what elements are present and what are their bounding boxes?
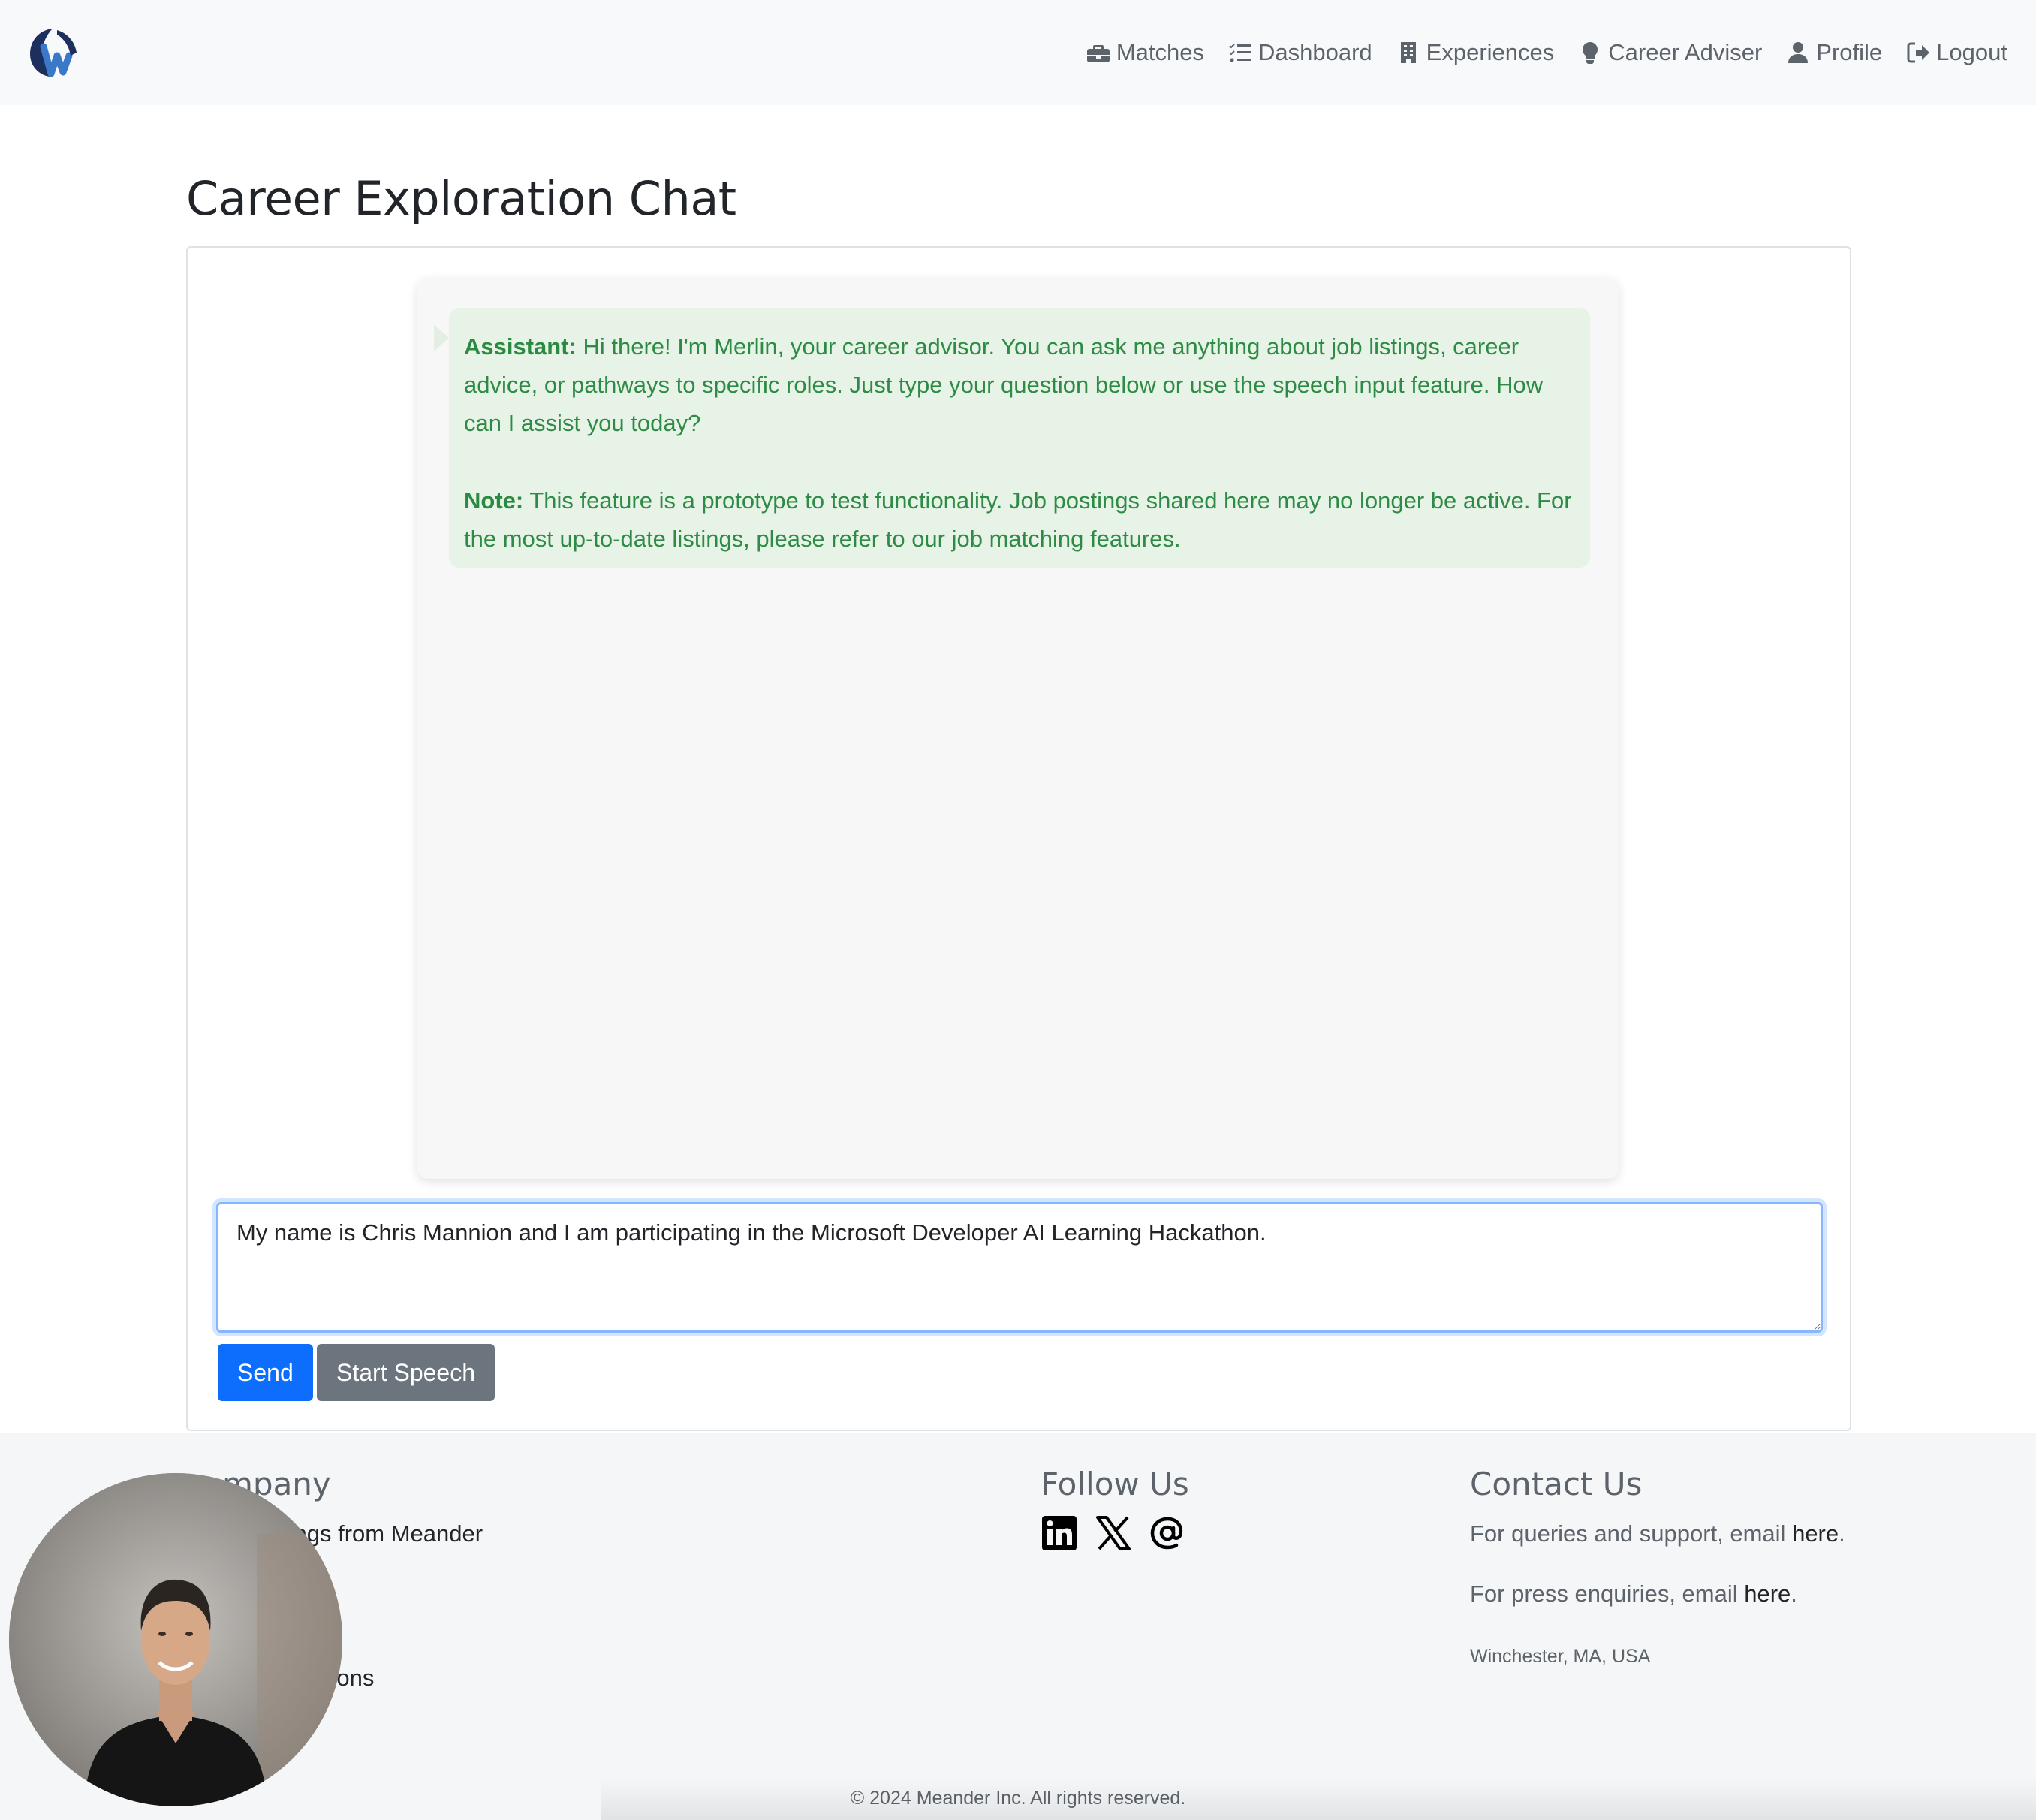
nav-matches[interactable]: Matches: [1086, 39, 1204, 66]
nav-career-adviser-label: Career Adviser: [1608, 39, 1763, 65]
x-icon[interactable]: [1095, 1514, 1132, 1552]
nav-career-adviser[interactable]: Career Adviser: [1578, 39, 1762, 66]
contact-support: For queries and support, email here.: [1470, 1520, 1845, 1547]
nav-profile[interactable]: Profile: [1786, 39, 1882, 66]
copyright: © 2024 Meander Inc. All rights reserved.: [850, 1788, 1186, 1809]
email-at-icon[interactable]: [1149, 1514, 1186, 1552]
contact-press: For press enquiries, email here.: [1470, 1580, 1797, 1608]
nav-experiences[interactable]: Experiences: [1396, 39, 1555, 66]
note-text: This feature is a prototype to test func…: [464, 487, 1572, 552]
nav-logout-label: Logout: [1936, 39, 2007, 65]
note-label: Note:: [464, 487, 524, 514]
assistant-message: Assistant: Hi there! I'm Merlin, your ca…: [449, 308, 1590, 568]
contact-press-suffix: .: [1791, 1580, 1797, 1607]
address: Winchester, MA, USA: [1470, 1646, 1651, 1667]
footer-follow-heading: Follow Us: [1041, 1466, 1189, 1502]
linkedin-icon[interactable]: [1041, 1514, 1078, 1552]
assistant-message-body: Assistant: Hi there! I'm Merlin, your ca…: [464, 327, 1575, 442]
start-speech-button[interactable]: Start Speech: [317, 1344, 495, 1401]
assistant-message-text: Hi there! I'm Merlin, your career adviso…: [464, 333, 1544, 436]
user-icon: [1788, 42, 1809, 63]
footer-contact-heading: Contact Us: [1470, 1466, 1643, 1502]
support-email-link[interactable]: here: [1792, 1520, 1839, 1547]
person-silhouette: [9, 1473, 342, 1806]
list-check-icon: [1229, 44, 1252, 62]
nav-logout[interactable]: Logout: [1906, 39, 2007, 66]
social-links: [1041, 1514, 1186, 1552]
logout-icon: [1907, 42, 1930, 63]
page-title: Career Exploration Chat: [186, 171, 736, 226]
contact-support-suffix: .: [1839, 1520, 1845, 1547]
contact-support-text: For queries and support, email: [1470, 1520, 1793, 1547]
meander-logo[interactable]: [27, 26, 81, 80]
nav-experiences-label: Experiences: [1426, 39, 1555, 65]
nav-profile-label: Profile: [1816, 39, 1883, 65]
press-email-link[interactable]: here: [1744, 1580, 1791, 1607]
footer-company-link[interactable]: tings from Meander: [282, 1520, 483, 1547]
webcam-overlay: [9, 1473, 342, 1806]
navbar: Matches Dashboard Experiences Career Adv…: [0, 0, 2036, 105]
nav-dashboard[interactable]: Dashboard: [1228, 39, 1372, 66]
contact-press-text: For press enquiries, email: [1470, 1580, 1745, 1607]
main-nav: Matches Dashboard Experiences Career Adv…: [1086, 0, 2007, 105]
assistant-note: Note: This feature is a prototype to tes…: [464, 481, 1575, 558]
nav-dashboard-label: Dashboard: [1258, 39, 1372, 65]
nav-matches-label: Matches: [1116, 39, 1205, 65]
send-button[interactable]: Send: [218, 1344, 313, 1401]
lightbulb-icon: [1583, 42, 1598, 64]
building-icon: [1400, 42, 1416, 63]
bubble-tail: [434, 324, 449, 351]
assistant-role-label: Assistant:: [464, 333, 577, 360]
briefcase-icon: [1086, 45, 1110, 62]
message-input[interactable]: My name is Chris Mannion and I am partic…: [216, 1202, 1823, 1333]
